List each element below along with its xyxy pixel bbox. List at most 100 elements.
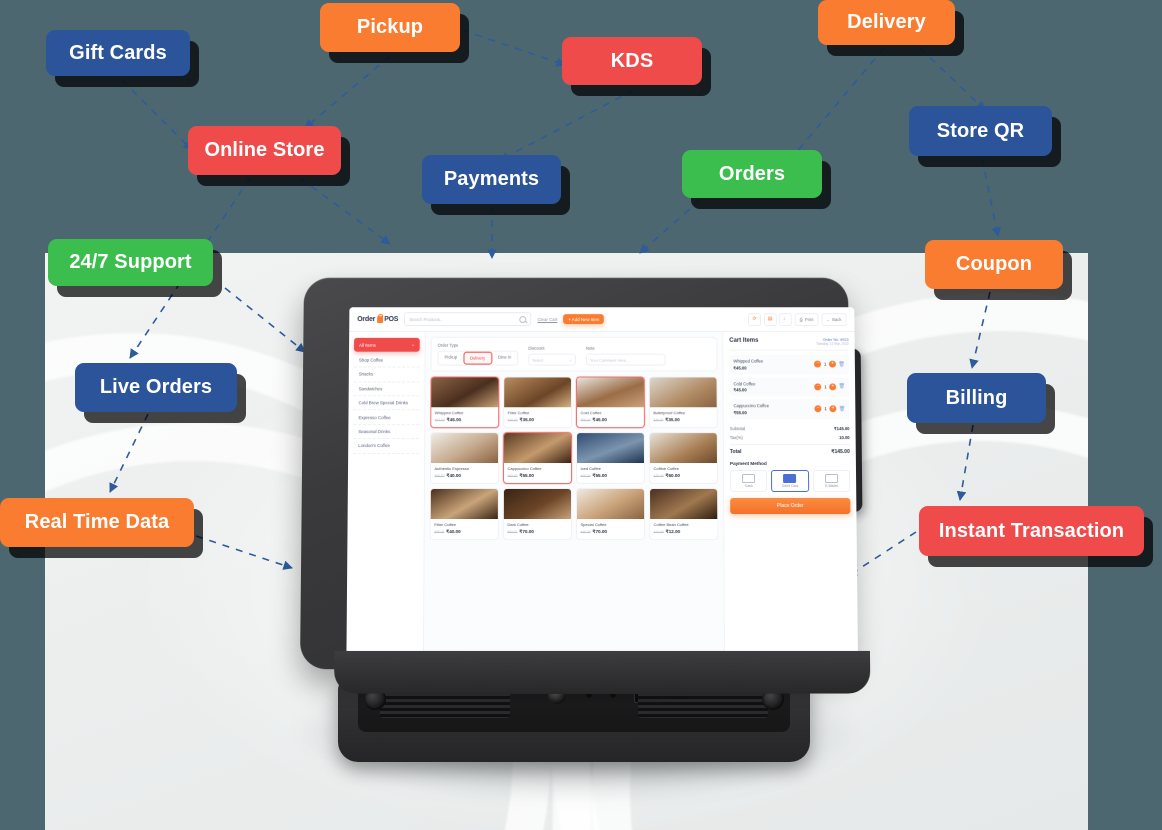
cart-item-row: Cold Coffee ₹45.00 −1 + 🗑 [729, 376, 850, 397]
delete-icon[interactable]: 🗑 [839, 384, 845, 390]
note-input[interactable]: Your Comment Here... [585, 353, 666, 366]
cart-item-name: Cold Coffee [733, 380, 756, 386]
product-image [503, 488, 571, 520]
search-input[interactable]: Search Products.. [404, 312, 532, 327]
product-card[interactable]: Authentic Espresso ₹50.00 ₹40.00 [429, 432, 500, 484]
feature-label-text: Gift Cards [69, 41, 167, 64]
product-name: Authentic Espresso [434, 466, 469, 472]
logo-name: Order [357, 315, 376, 323]
category-sidebar: All Items ⌄ Shop Coffee Snacks Sandwiches Col… [346, 331, 426, 660]
product-image [577, 488, 645, 520]
order-type-option[interactable]: Pickup [439, 352, 464, 365]
chevron-down-icon: ⌄ [568, 357, 573, 363]
discount-select[interactable]: Select ⌄ [528, 353, 576, 366]
product-card[interactable]: Special Coffee ₹40.00 ₹70.00 [576, 487, 646, 541]
note-label: Note [585, 345, 595, 351]
product-old-price: ₹60.00 [507, 473, 518, 478]
back-label: Back [832, 316, 842, 322]
decrease-quantity-button[interactable]: − [814, 383, 822, 391]
category-item[interactable]: Sandwiches [353, 382, 420, 397]
feature-label-payments[interactable]: Payments [422, 155, 561, 204]
app-logo: Order POS [357, 315, 398, 323]
delete-icon[interactable]: 🗑 [839, 361, 845, 367]
category-item[interactable]: Expresso Coffee [353, 410, 420, 425]
category-item[interactable]: All Items ⌄ [354, 337, 420, 353]
connector-line [299, 177, 391, 245]
product-card[interactable]: Coffee Bean Coffee ₹14.00 ₹12.00 [649, 487, 719, 541]
product-card[interactable]: Whipped Coffee ₹60.00 ₹45.00 [430, 376, 500, 429]
tax-value: 10.00 [839, 434, 850, 440]
decrease-quantity-button[interactable]: − [814, 405, 822, 413]
category-item[interactable]: Cold Brew Special Drinks [353, 396, 420, 411]
payment-method-option[interactable]: Debit Card [771, 469, 809, 492]
product-price: ₹70.00 [592, 529, 608, 535]
bezel-lip [334, 650, 871, 694]
product-card[interactable]: Coffine Coffee ₹70.00 ₹60.00 [648, 432, 719, 484]
feature-label-store-qr[interactable]: Store QR [909, 106, 1052, 156]
quantity-stepper[interactable]: −1 + 🗑 [814, 405, 846, 413]
product-card[interactable]: Filter Coffee ₹55.00 ₹40.00 [429, 487, 499, 541]
product-price: ₹60.00 [665, 472, 680, 478]
refresh-icon[interactable]: ⟳ [748, 312, 762, 326]
bell-icon[interactable]: ♩ [779, 312, 793, 326]
feature-label-gift-cards[interactable]: Gift Cards [46, 30, 190, 76]
order-type-option[interactable]: Dine In [492, 352, 517, 365]
quantity-stepper[interactable]: −1 + 🗑 [814, 360, 845, 368]
order-type-segmented[interactable]: Pickup Delivery Dine In [437, 350, 519, 366]
delete-icon[interactable]: 🗑 [839, 406, 845, 412]
increase-quantity-button[interactable]: + [829, 383, 837, 391]
product-card[interactable]: Cappuccino Coffee ₹60.00 ₹55.00 [502, 432, 573, 484]
product-name: Bulletproof Coffee [653, 410, 686, 416]
feature-label-instant-transaction[interactable]: Instant Transaction [919, 506, 1144, 556]
payment-method-option[interactable]: Cash [729, 469, 768, 492]
pos-topbar: Order POS Search Products.. Clear Cart +… [349, 307, 855, 332]
print-button[interactable]: ⎙ Print [794, 312, 819, 326]
pos-feature-illustration: Order POS Search Products.. Clear Cart +… [0, 0, 1162, 830]
feature-label-live-orders[interactable]: Live Orders [75, 363, 237, 412]
feature-label-orders[interactable]: Orders [682, 150, 822, 198]
increase-quantity-button[interactable]: + [829, 405, 837, 413]
feature-label-24-7-support[interactable]: 24/7 Support [48, 239, 213, 286]
feature-label-real-time-data[interactable]: Real Time Data [0, 498, 194, 547]
product-old-price: ₹60.00 [434, 418, 445, 423]
order-type-option[interactable]: Delivery [463, 351, 493, 365]
calculator-icon[interactable]: ▤ [763, 312, 777, 326]
product-card[interactable]: Bulletproof Coffee ₹45.00 ₹35.00 [648, 376, 718, 429]
category-item[interactable]: Shop Coffee [353, 353, 420, 368]
product-card[interactable]: Iced Coffee ₹65.00 ₹55.00 [576, 432, 646, 484]
product-price: ₹45.00 [592, 417, 607, 423]
feature-label-text: 24/7 Support [69, 251, 192, 273]
order-type-label: Order Type [437, 342, 459, 348]
feature-label-delivery[interactable]: Delivery [818, 0, 955, 45]
wallet-icon [815, 473, 848, 483]
feature-label-billing[interactable]: Billing [907, 373, 1046, 423]
payment-method-option[interactable]: E-Wallet [812, 469, 851, 492]
cart-item-price: ₹55.00 [733, 409, 747, 415]
product-image [649, 433, 717, 464]
clear-cart-button[interactable]: Clear Cart [537, 317, 557, 322]
feature-label-pickup[interactable]: Pickup [320, 3, 460, 52]
product-name: Coffee Bean Coffee [653, 522, 689, 528]
product-name: Cappuccino Coffee [507, 466, 542, 472]
feature-label-coupon[interactable]: Coupon [925, 240, 1063, 289]
add-new-item-button[interactable]: + Add New Item [563, 314, 605, 325]
feature-label-text: Store QR [936, 119, 1025, 142]
category-item[interactable]: London's Coffee [353, 439, 420, 454]
product-card[interactable]: Filter Coffee ₹40.00 ₹35.00 [503, 376, 573, 429]
discount-placeholder: Select [532, 357, 544, 363]
feature-label-online-store[interactable]: Online Store [188, 126, 341, 175]
screen-bezel: Order POS Search Products.. Clear Cart +… [299, 277, 871, 694]
decrease-quantity-button[interactable]: − [814, 360, 822, 368]
increase-quantity-button[interactable]: + [828, 360, 837, 368]
feature-label-kds[interactable]: KDS [562, 37, 702, 85]
quantity-stepper[interactable]: −1 + 🗑 [814, 383, 846, 391]
place-order-button[interactable]: Place Order [730, 497, 851, 515]
product-card[interactable]: Dark Coffee ₹80.00 ₹70.00 [502, 487, 572, 541]
product-old-price: ₹50.00 [434, 473, 445, 478]
category-item[interactable]: Seasonal Drinks [353, 424, 420, 440]
product-card[interactable]: Cold Coffee ₹55.00 ₹45.00 [576, 376, 645, 429]
chevron-down-icon: ⌄ [411, 342, 415, 347]
category-item[interactable]: Snacks [353, 367, 420, 383]
payment-method-label: Debit Card [781, 483, 799, 488]
back-button[interactable]: ← Back [821, 312, 847, 326]
